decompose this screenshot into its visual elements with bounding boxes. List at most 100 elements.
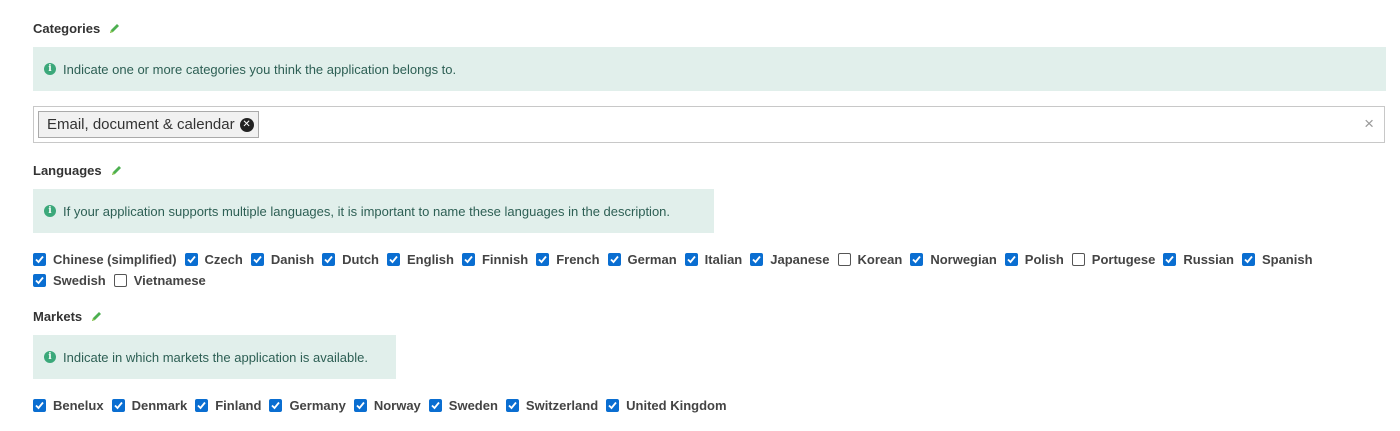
checkbox[interactable]: [606, 398, 620, 412]
checkmark-icon: [186, 255, 196, 263]
checkbox-label: Finnish: [481, 251, 529, 267]
checkbox[interactable]: [536, 252, 550, 266]
checkmark-icon: [1007, 255, 1016, 263]
checkbox-item[interactable]: Japanese: [750, 251, 830, 267]
checkbox-label: French: [556, 251, 600, 267]
checkbox[interactable]: [1163, 252, 1177, 266]
languages-title: Languages: [33, 163, 102, 178]
checkbox[interactable]: [195, 398, 209, 412]
checkbox-label: Polish: [1024, 251, 1064, 267]
checkbox-label: Denmark: [131, 397, 188, 413]
checkbox-item[interactable]: Benelux: [33, 398, 104, 413]
checkbox-label: Korean: [857, 251, 903, 267]
checkbox[interactable]: [387, 252, 401, 266]
languages-info-box: i If your application supports multiple …: [33, 189, 714, 233]
checkbox[interactable]: [1241, 252, 1255, 266]
checkbox[interactable]: [33, 273, 46, 287]
markets-section-title: Markets: [33, 309, 103, 324]
info-icon: i: [44, 63, 56, 75]
checkbox[interactable]: [184, 252, 198, 266]
categories-info-text: Indicate one or more categories you thin…: [63, 61, 457, 77]
checkbox-label: Danish: [270, 251, 315, 267]
checkbox-item[interactable]: German: [607, 251, 677, 267]
checkbox-label: Japanese: [770, 251, 830, 267]
remove-circle-icon[interactable]: ✕: [239, 117, 254, 132]
checkbox[interactable]: [1004, 252, 1018, 266]
checkbox[interactable]: [322, 252, 336, 266]
categories-info-box: i Indicate one or more categories you th…: [33, 47, 1386, 91]
checkbox[interactable]: [1071, 252, 1085, 266]
pencil-icon[interactable]: [110, 164, 123, 177]
checkbox-item[interactable]: Finland: [195, 398, 261, 413]
checkbox-item[interactable]: United Kingdom: [606, 397, 727, 413]
checkmark-icon: [508, 401, 517, 409]
checkbox[interactable]: [505, 398, 519, 412]
checkbox[interactable]: [750, 252, 764, 266]
checkbox-label: Russian: [1183, 251, 1234, 267]
checkbox[interactable]: [353, 398, 367, 412]
checkbox[interactable]: [113, 273, 127, 287]
checkbox[interactable]: [461, 252, 475, 266]
markets-checkbox-list: Benelux Denmark Finland Germany Norway Sweden…: [33, 397, 1353, 413]
checkbox-label: Norwegian: [930, 251, 997, 267]
checkbox-item[interactable]: Norway: [353, 397, 421, 413]
checkbox-item[interactable]: Dutch: [322, 251, 380, 267]
languages-section-title: Languages: [33, 163, 123, 178]
checkbox-label: Spanish: [1261, 251, 1313, 267]
checkbox[interactable]: [250, 252, 264, 266]
checkbox-item[interactable]: Switzerland: [505, 397, 599, 413]
checkbox-label: Switzerland: [525, 397, 599, 413]
checkbox-item[interactable]: Finnish: [461, 251, 529, 267]
checkbox-item[interactable]: Russian: [1163, 251, 1234, 267]
checkbox-label: Norway: [373, 397, 421, 413]
checkbox-label: Swedish: [53, 272, 106, 288]
checkbox-item[interactable]: Danish: [250, 251, 315, 267]
checkbox-item[interactable]: Germany: [269, 397, 346, 413]
checkbox-label: Chinese (simplified): [53, 251, 177, 267]
categories-section-title: Categories: [33, 21, 121, 36]
checkbox-item[interactable]: Portugese: [1071, 252, 1155, 267]
info-icon: i: [44, 351, 56, 363]
checkbox[interactable]: [33, 398, 46, 412]
checkmark-icon: [324, 255, 333, 263]
languages-checkbox-list: Chinese (simplified) Czech Danish Dutch Engl…: [33, 251, 1353, 288]
checkbox-label: Czech: [204, 251, 243, 267]
checkmark-icon: [271, 401, 281, 409]
checkbox-label: Italian: [704, 251, 743, 267]
checkmark-icon: [1165, 255, 1175, 263]
checkmark-icon: [356, 401, 365, 409]
checkbox[interactable]: [837, 252, 851, 266]
checkbox[interactable]: [684, 252, 698, 266]
checkbox-item[interactable]: Spanish: [1241, 251, 1313, 267]
checkbox-item[interactable]: Vietnamese: [113, 273, 206, 288]
pencil-icon[interactable]: [108, 22, 121, 35]
pencil-icon[interactable]: [90, 310, 103, 323]
checkmark-icon: [253, 255, 262, 263]
checkbox-item[interactable]: Italian: [684, 251, 743, 267]
checkbox[interactable]: [910, 252, 924, 266]
close-icon[interactable]: ×: [1364, 115, 1374, 132]
checkbox-item[interactable]: French: [536, 251, 600, 267]
checkbox[interactable]: [111, 398, 125, 412]
markets-info-box: i Indicate in which markets the applicat…: [33, 335, 396, 379]
checkbox-label: United Kingdom: [626, 397, 727, 413]
checkbox-item[interactable]: Polish: [1004, 251, 1064, 267]
checkbox-label: German: [627, 251, 677, 267]
checkbox-label: Dutch: [342, 251, 380, 267]
checkmark-icon: [35, 401, 44, 409]
checkbox-label: Germany: [289, 397, 346, 413]
checkbox-item[interactable]: English: [387, 252, 454, 267]
checkbox[interactable]: [428, 398, 442, 412]
checkbox-item[interactable]: Norwegian: [910, 251, 997, 267]
checkbox-item[interactable]: Czech: [184, 251, 243, 267]
checkbox[interactable]: [607, 252, 621, 266]
checkbox[interactable]: [33, 252, 46, 266]
categories-select[interactable]: Email, document & calendar ✕ ×: [33, 106, 1385, 143]
checkbox-item[interactable]: Chinese (simplified): [33, 251, 177, 267]
checkmark-icon: [464, 255, 473, 263]
checkbox-item[interactable]: Sweden: [428, 398, 498, 413]
checkbox[interactable]: [269, 398, 283, 412]
checkbox-item[interactable]: Swedish: [33, 272, 106, 288]
checkbox-item[interactable]: Korean: [837, 251, 903, 267]
checkbox-item[interactable]: Denmark: [111, 397, 188, 413]
